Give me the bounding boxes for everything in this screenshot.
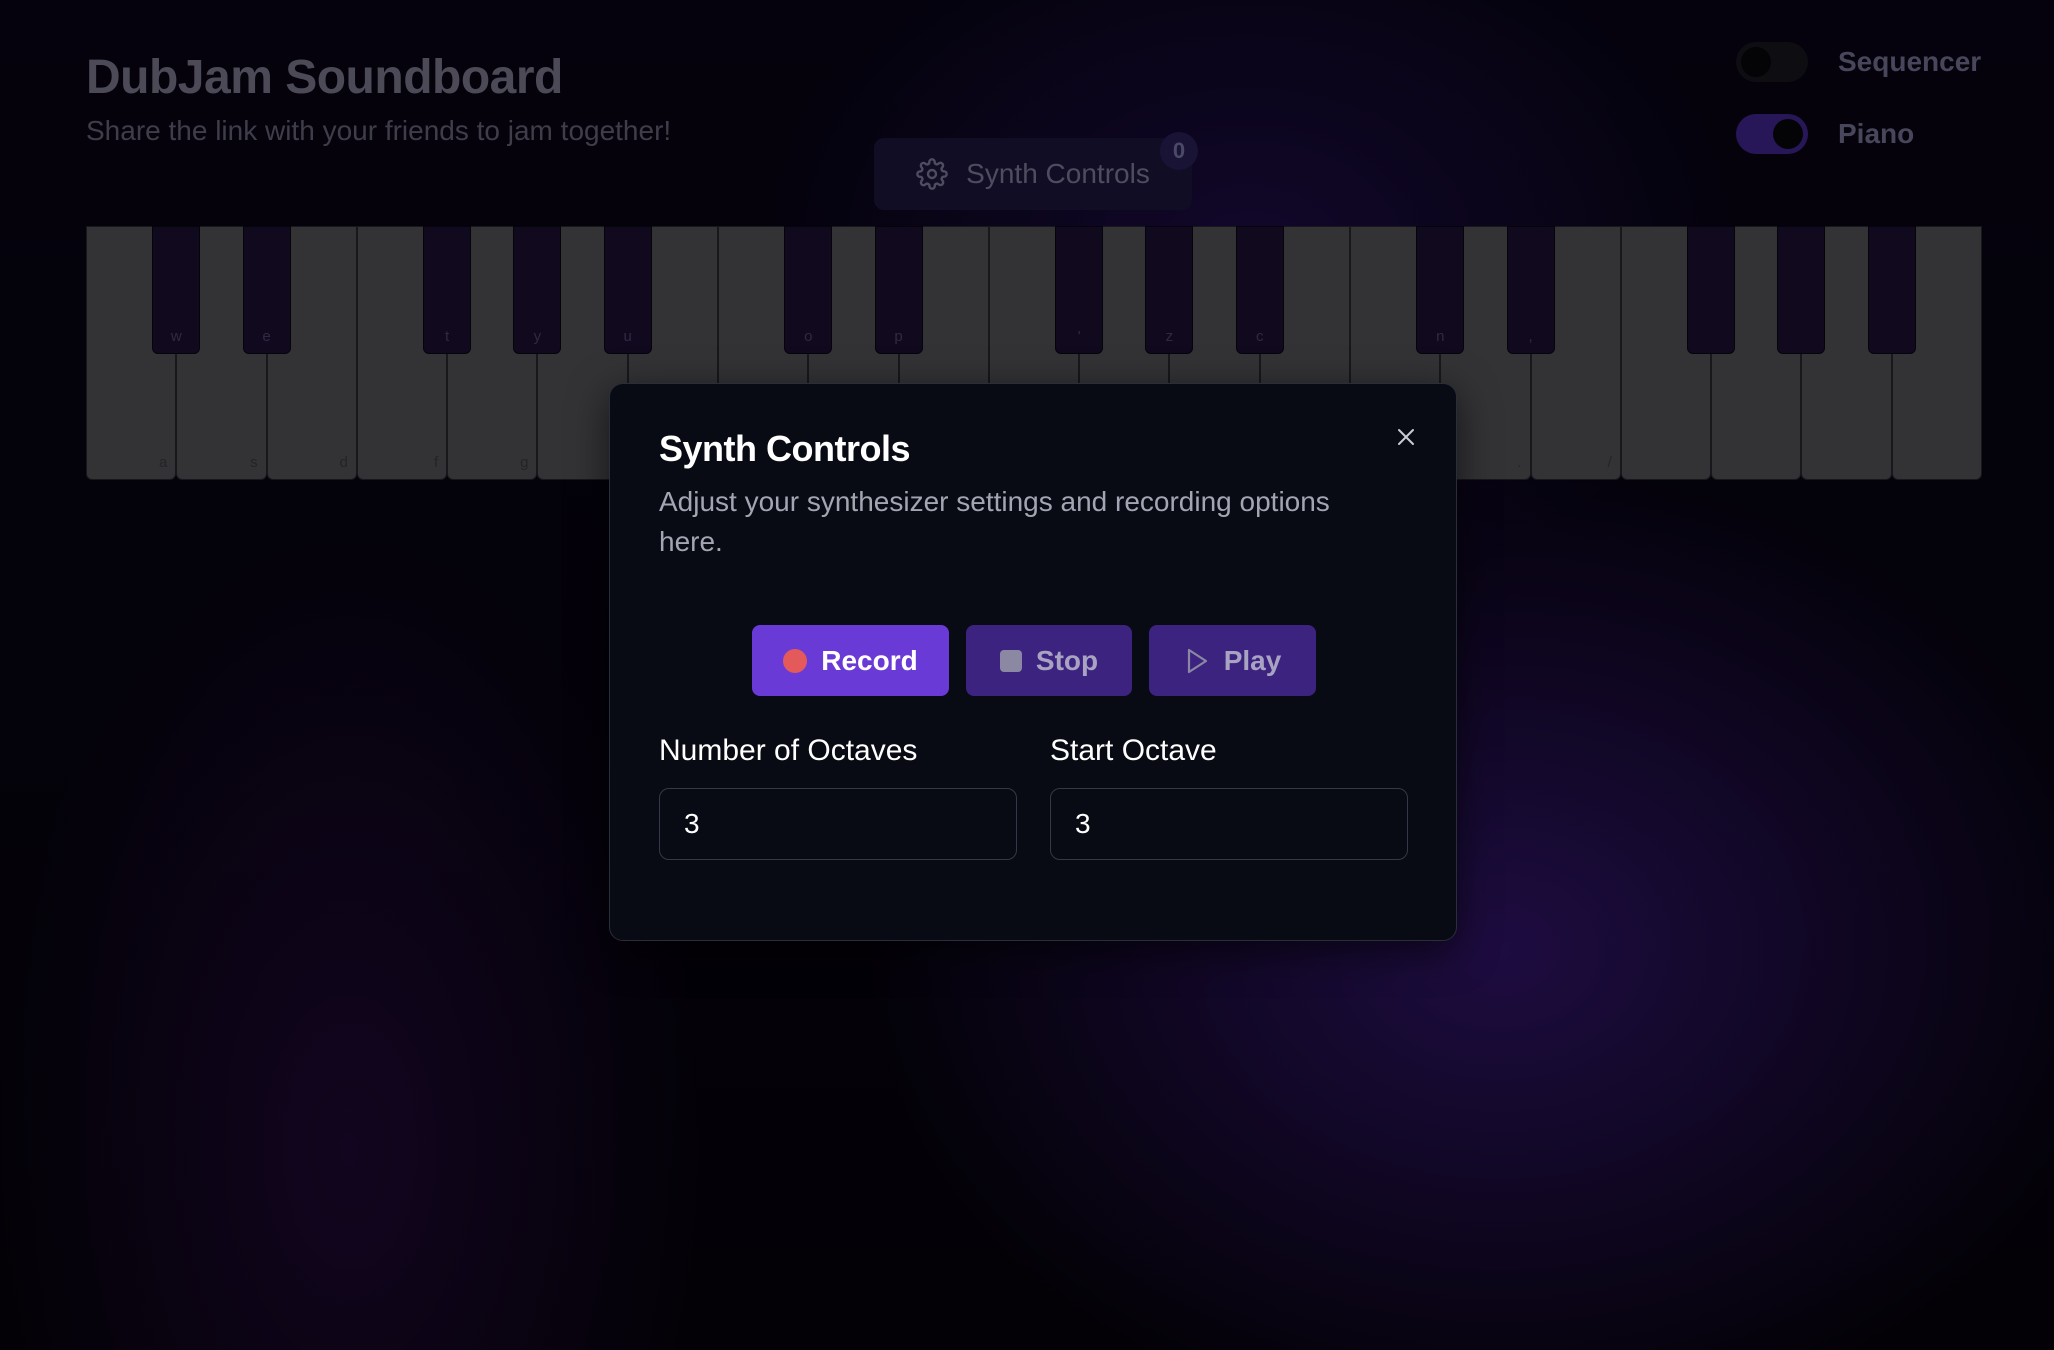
start-octave-label: Start Octave (1050, 734, 1217, 767)
stop-square-icon (999, 649, 1022, 672)
record-button[interactable]: Record (752, 625, 949, 696)
recording-actions: Record Stop Play (752, 625, 1316, 696)
play-label: Play (1223, 644, 1282, 676)
close-icon (1398, 429, 1414, 445)
stop-label: Stop (1035, 644, 1099, 676)
octaves-input[interactable] (659, 788, 1017, 860)
start-octave-input[interactable] (1050, 788, 1408, 860)
play-button[interactable]: Play (1149, 625, 1316, 696)
dialog-description: Adjust your synthesizer settings and rec… (659, 486, 1330, 557)
octaves-label: Number of Octaves (659, 734, 918, 767)
record-label: Record (821, 644, 918, 676)
close-button[interactable] (1388, 419, 1424, 455)
play-icon (1187, 648, 1207, 673)
dialog-title: Synth Controls (659, 428, 911, 469)
synth-controls-dialog: Synth Controls Adjust your synthesizer s… (609, 383, 1457, 941)
stop-button[interactable]: Stop (966, 625, 1132, 696)
record-dot-icon (783, 648, 808, 673)
